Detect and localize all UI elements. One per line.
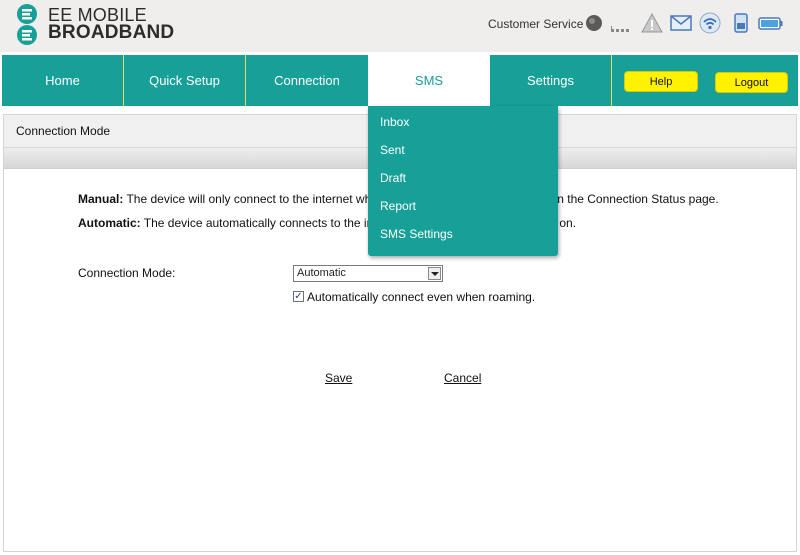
manual-label: Manual: <box>78 192 124 206</box>
connection-mode-value: Automatic <box>297 267 346 279</box>
tab-quick-setup[interactable]: Quick Setup <box>124 55 246 106</box>
main-nav: Home Quick Setup Connection SMS Settings… <box>2 55 798 106</box>
mail-icon[interactable] <box>670 12 692 34</box>
signal-bars-icon <box>611 26 629 32</box>
menu-item-sent[interactable]: Sent <box>380 143 405 157</box>
brand-name: EE MOBILE BROADBAND <box>48 6 174 42</box>
header-bar: EE MOBILE BROADBAND Customer Service <box>0 0 800 52</box>
tab-connection[interactable]: Connection <box>246 55 368 106</box>
save-button[interactable]: Save <box>325 371 352 385</box>
roaming-checkbox[interactable]: ✓ <box>293 291 304 302</box>
page-title: Connection Mode <box>16 124 111 138</box>
connection-mode-select[interactable]: Automatic <box>293 265 443 282</box>
menu-item-inbox[interactable]: Inbox <box>380 115 409 129</box>
menu-item-draft[interactable]: Draft <box>380 171 406 185</box>
connection-mode-label: Connection Mode: <box>78 266 176 280</box>
battery-icon <box>758 17 783 30</box>
signal-status-icon <box>586 15 602 31</box>
logout-button[interactable]: Logout <box>715 72 788 93</box>
chevron-down-icon[interactable] <box>428 267 441 280</box>
automatic-label: Automatic: <box>78 216 141 230</box>
help-button[interactable]: Help <box>624 71 698 92</box>
cancel-button[interactable]: Cancel <box>444 371 481 385</box>
warning-icon[interactable] <box>641 12 663 34</box>
ee-logo-icon <box>17 4 37 45</box>
sim-icon <box>734 13 748 33</box>
tab-settings[interactable]: Settings <box>490 55 612 106</box>
tab-sms[interactable]: SMS <box>368 55 490 106</box>
menu-item-sms-settings[interactable]: SMS Settings <box>380 227 453 241</box>
wifi-icon[interactable] <box>699 12 721 34</box>
tab-home[interactable]: Home <box>2 55 124 106</box>
sms-dropdown-menu: Inbox Sent Draft Report SMS Settings <box>368 106 558 256</box>
menu-item-report[interactable]: Report <box>380 199 416 213</box>
customer-service-link[interactable]: Customer Service <box>488 17 583 31</box>
brand-line-2: BROADBAND <box>48 22 175 43</box>
roaming-checkbox-label[interactable]: Automatically connect even when roaming. <box>307 290 535 304</box>
